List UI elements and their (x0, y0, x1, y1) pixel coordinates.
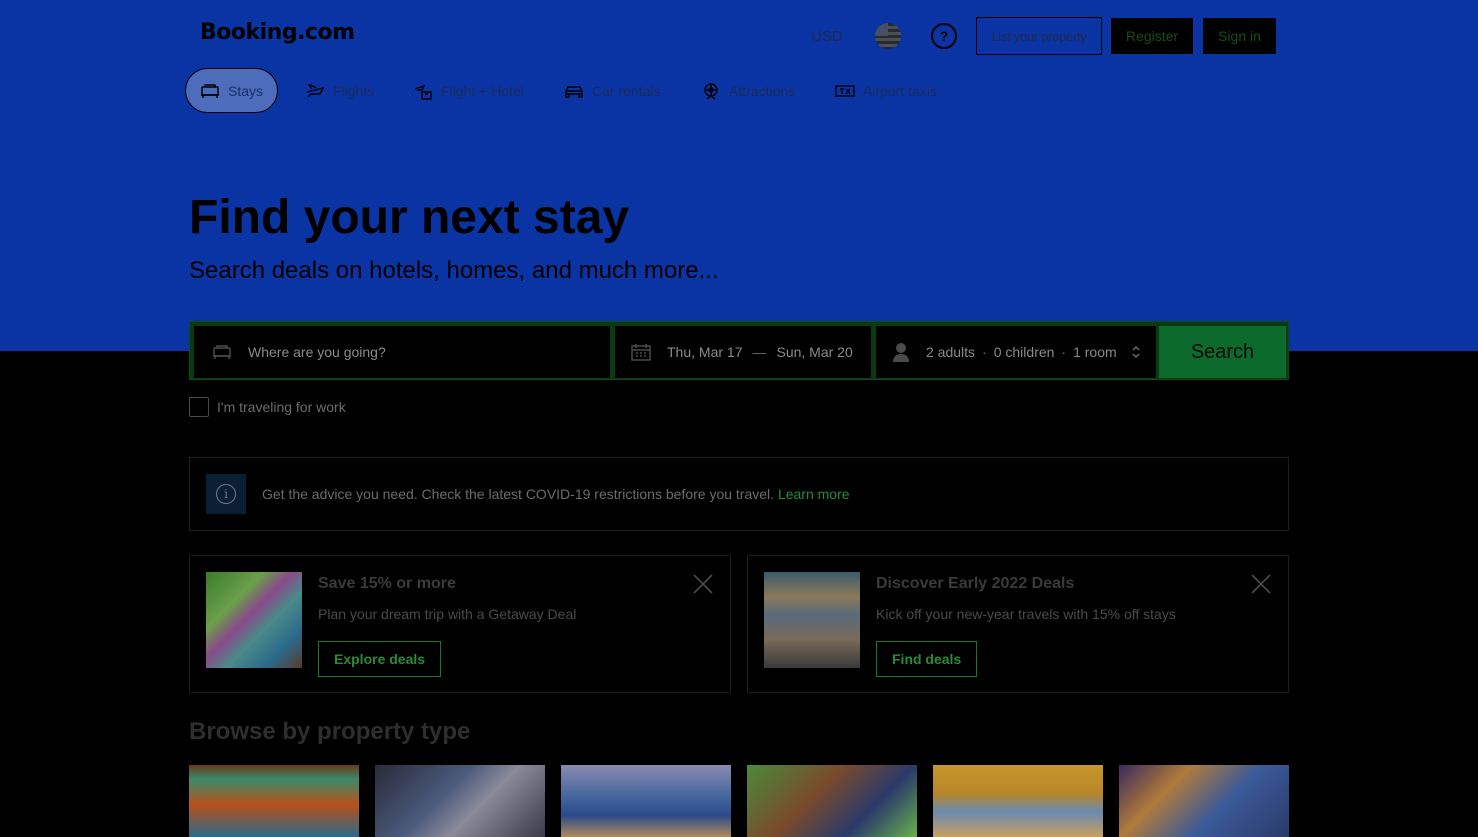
work-travel-option[interactable]: I'm traveling for work (189, 397, 346, 417)
info-icon: i (216, 484, 236, 504)
deal-image (206, 572, 302, 668)
tab-stays[interactable]: Stays (185, 68, 279, 113)
rooms-count: 1 room (1073, 344, 1117, 360)
children-count: 0 children (993, 344, 1055, 360)
work-travel-checkbox[interactable] (189, 397, 209, 417)
car-icon (564, 82, 584, 100)
deal-title: Discover Early 2022 Deals (876, 575, 1075, 592)
guests-separator: · (1061, 344, 1067, 360)
adults-count: 2 adults (926, 344, 976, 360)
covid-message: Get the advice you need. Check the lates… (262, 486, 850, 502)
list-property-button[interactable]: List your property (976, 17, 1102, 55)
tab-flight-hotel-label: Flight + Hotel (441, 82, 524, 99)
tab-flights-label: Flights (333, 82, 375, 99)
help-icon: ? (931, 23, 957, 49)
covid-text: Get the advice you need. Check the lates… (262, 486, 775, 502)
property-type-card[interactable] (375, 765, 545, 837)
deal-description: Plan your dream trip with a Getaway Deal (318, 606, 577, 622)
tab-airport-taxis[interactable]: Airport taxis (835, 68, 937, 113)
browse-section-title: Browse by property type (189, 718, 471, 745)
chevron-up-down-icon (1131, 345, 1141, 359)
language-selector[interactable] (872, 17, 904, 55)
info-badge: i (206, 474, 246, 514)
search-bar: Where are you going? Thu, Mar 17 — Sun, … (189, 321, 1289, 380)
calendar-icon (631, 344, 651, 361)
close-icon[interactable] (692, 573, 714, 595)
close-icon[interactable] (1250, 573, 1272, 595)
deal-title: Save 15% or more (318, 575, 456, 592)
destination-field[interactable]: Where are you going? (194, 326, 610, 378)
us-flag-icon (875, 23, 901, 49)
booking-logo[interactable]: Booking.com (200, 20, 355, 45)
tab-airport-taxis-label: Airport taxis (863, 82, 937, 99)
explore-deals-button[interactable]: Explore deals (318, 641, 442, 677)
deal-card: Save 15% or more Plan your dream trip wi… (189, 555, 731, 693)
search-button[interactable]: Search (1159, 326, 1286, 378)
tab-attractions-label: Attractions (729, 82, 796, 99)
sign-in-button[interactable]: Sign in (1202, 17, 1277, 55)
help-button[interactable]: ? (928, 17, 960, 55)
register-button[interactable]: Register (1110, 17, 1194, 55)
date-picker[interactable]: Thu, Mar 17 — Sun, Mar 20 (615, 326, 871, 378)
guests-separator: · (982, 344, 987, 360)
property-type-card[interactable] (1119, 765, 1289, 837)
property-type-card[interactable] (561, 765, 731, 837)
bed-icon (200, 82, 220, 100)
tab-car-rentals-label: Car rentals (592, 82, 661, 99)
currency-selector[interactable]: USD (805, 17, 849, 55)
property-type-card[interactable] (933, 765, 1103, 837)
tab-car-rentals[interactable]: Car rentals (564, 68, 660, 113)
work-travel-label: I'm traveling for work (217, 399, 346, 415)
flight-hotel-icon (413, 82, 433, 100)
checkin-date: Thu, Mar 17 (667, 344, 743, 360)
guests-selector[interactable]: 2 adults · 0 children · 1 room (876, 326, 1156, 378)
person-icon (893, 343, 909, 362)
property-type-card[interactable] (189, 765, 359, 837)
find-deals-button[interactable]: Find deals (876, 641, 978, 677)
hero-title: Find your next stay (189, 191, 630, 244)
tab-attractions[interactable]: Attractions (701, 68, 795, 113)
tab-flights[interactable]: Flights (305, 68, 374, 113)
deal-image (764, 572, 860, 668)
date-separator: — (752, 344, 767, 360)
attractions-icon (701, 82, 721, 100)
tab-stays-label: Stays (228, 82, 264, 99)
hero-subtitle: Search deals on hotels, homes, and much … (189, 257, 719, 284)
tab-flight-hotel[interactable]: Flight + Hotel (413, 68, 524, 113)
learn-more-link[interactable]: Learn more (778, 486, 850, 502)
plane-icon (305, 82, 325, 100)
bed-icon (213, 345, 231, 359)
property-type-card[interactable] (747, 765, 917, 837)
taxi-icon (835, 82, 855, 100)
destination-placeholder: Where are you going? (248, 344, 386, 360)
deal-description: Kick off your new-year travels with 15% … (876, 606, 1176, 622)
covid-notice: i Get the advice you need. Check the lat… (189, 457, 1289, 531)
checkout-date: Sun, Mar 20 (776, 344, 853, 360)
deal-card: Discover Early 2022 Deals Kick off your … (747, 555, 1289, 693)
